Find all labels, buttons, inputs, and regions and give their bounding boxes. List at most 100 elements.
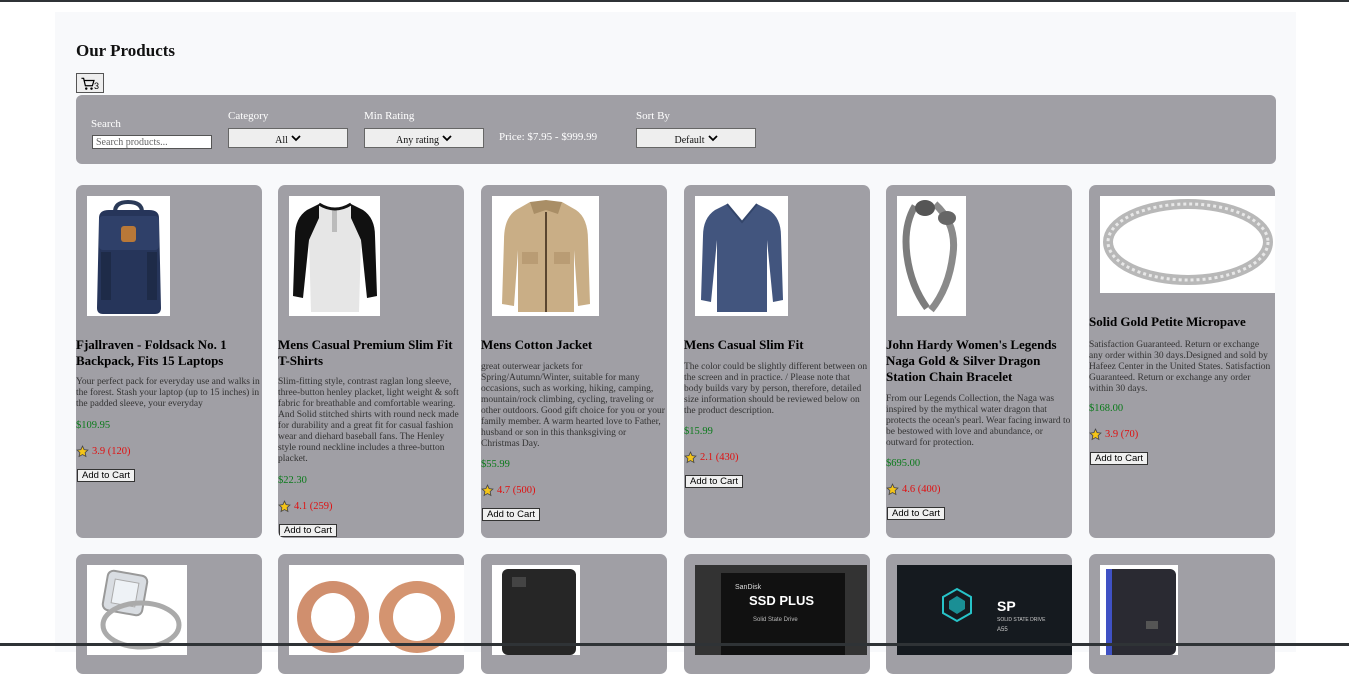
star-icon [684, 451, 697, 464]
product-card [76, 554, 262, 674]
product-description: Slim-fitting style, contrast raglan long… [278, 377, 459, 464]
ssd-icon: SP SOLID STATE DRIVE A55 [897, 565, 1072, 655]
sort-label: Sort By [636, 110, 670, 122]
rating-value: 3.9 (120) [92, 446, 131, 457]
ssd-model-text: A55 [997, 627, 1008, 633]
chevron-down-icon [442, 135, 452, 142]
search-label: Search [91, 118, 121, 130]
product-card: Fjallraven - Foldsack No. 1 Backpack, Fi… [76, 185, 262, 538]
rating-select[interactable]: Any rating [364, 128, 484, 148]
product-card: John Hardy Women's Legends Naga Gold & S… [886, 185, 1072, 538]
product-price: $109.95 [76, 420, 111, 431]
product-name: Solid Gold Petite Micropave [1089, 314, 1246, 329]
star-icon [886, 483, 899, 496]
ssd-model-text: SSD PLUS [749, 593, 814, 608]
ssd-subtext: Solid State Drive [753, 617, 798, 623]
product-description: The color could be slightly different be… [684, 362, 868, 416]
price-range-text: Price: $7.95 - $999.99 [499, 131, 598, 143]
product-name: Mens Cotton Jacket [481, 337, 593, 352]
ssd-icon: SanDisk SSD PLUS Solid State Drive [695, 565, 867, 655]
star-icon [278, 500, 291, 513]
product-card [481, 554, 667, 674]
product-image [87, 196, 170, 316]
star-icon [1089, 428, 1102, 441]
add-to-cart-button[interactable]: Add to Cart [1090, 452, 1149, 465]
star-icon [481, 484, 494, 497]
product-image [87, 565, 187, 655]
product-card [1089, 554, 1275, 674]
product-rating: 2.1 (430) [684, 451, 739, 464]
product-image: SanDisk SSD PLUS Solid State Drive [695, 565, 867, 655]
chevron-down-icon [291, 135, 301, 142]
portable-drive-icon [1100, 565, 1178, 655]
search-input[interactable] [92, 135, 212, 149]
product-image: SP SOLID STATE DRIVE A55 [897, 565, 1072, 655]
category-select[interactable]: All [228, 128, 348, 148]
product-name: Mens Casual Premium Slim Fit T-Shirts [278, 337, 453, 368]
ring-icon [1100, 196, 1275, 293]
cart-count-badge: 3 [93, 81, 99, 91]
rating-select-value: Any rating [395, 135, 440, 146]
add-to-cart-button[interactable]: Add to Cart [279, 524, 338, 537]
product-description: Satisfaction Guaranteed. Return or excha… [1089, 340, 1271, 394]
cart-icon [81, 77, 95, 90]
product-price: $15.99 [684, 426, 713, 437]
product-image [695, 196, 788, 316]
product-description: From our Legends Collection, the Naga wa… [886, 394, 1071, 448]
product-name: John Hardy Women's Legends Naga Gold & S… [886, 337, 1057, 384]
rating-value: 4.7 (500) [497, 485, 536, 496]
product-rating: 4.6 (400) [886, 483, 941, 496]
product-image [1100, 196, 1275, 293]
category-select-value: All [275, 135, 288, 146]
longsleeve-shirt-icon [695, 196, 788, 316]
sort-select[interactable]: Default [636, 128, 756, 148]
product-rating: 3.9 (70) [1089, 428, 1138, 441]
product-image [492, 565, 580, 655]
cart-button[interactable]: 3 [76, 73, 104, 93]
product-image [1100, 565, 1178, 655]
jacket-icon [492, 196, 599, 316]
product-image [897, 196, 966, 316]
ssd-brand-logo-text: SP [997, 598, 1016, 614]
page-title: Our Products [76, 41, 176, 60]
add-to-cart-button[interactable]: Add to Cart [482, 508, 541, 521]
product-rating: 4.1 (259) [278, 500, 333, 513]
product-image [289, 565, 464, 655]
product-price: $55.99 [481, 459, 510, 470]
product-name: Mens Casual Slim Fit [684, 337, 804, 352]
bracelet-icon [897, 196, 966, 316]
backpack-icon [87, 196, 170, 316]
product-image [492, 196, 599, 316]
product-description: Your perfect pack for everyday use and w… [76, 377, 260, 409]
product-card: SP SOLID STATE DRIVE A55 [886, 554, 1072, 674]
tshirt-icon [289, 196, 380, 316]
add-to-cart-button[interactable]: Add to Cart [77, 469, 136, 482]
hard-drive-icon [492, 565, 580, 655]
product-card: Mens Casual Slim Fit The color could be … [684, 185, 870, 538]
ssd-brand-text: SanDisk [735, 584, 762, 591]
product-rating: 4.7 (500) [481, 484, 536, 497]
product-image [289, 196, 380, 316]
star-icon [76, 445, 89, 458]
diamond-ring-icon [87, 565, 187, 655]
add-to-cart-button[interactable]: Add to Cart [887, 507, 946, 520]
rating-value: 4.6 (400) [902, 484, 941, 495]
product-description: great outerwear jackets for Spring/Autum… [481, 362, 665, 449]
product-card: Mens Cotton Jacket great outerwear jacke… [481, 185, 667, 538]
rating-value: 3.9 (70) [1105, 429, 1139, 440]
rating-value: 2.1 (430) [700, 452, 739, 463]
rating-label: Min Rating [364, 110, 415, 122]
chevron-down-icon [707, 135, 718, 142]
product-price: $22.30 [278, 475, 307, 486]
rose-gold-plugs-icon [289, 565, 464, 655]
ssd-subtext: SOLID STATE DRIVE [997, 617, 1046, 623]
product-rating: 3.9 (120) [76, 445, 131, 458]
top-border [0, 0, 1349, 2]
add-to-cart-button[interactable]: Add to Cart [685, 475, 744, 488]
product-price: $168.00 [1089, 403, 1124, 414]
product-card: Solid Gold Petite Micropave Satisfaction… [1089, 185, 1275, 538]
product-card [278, 554, 464, 674]
product-price: $695.00 [886, 458, 921, 469]
sort-select-value: Default [674, 135, 705, 146]
product-card: Mens Casual Premium Slim Fit T-Shirts Sl… [278, 185, 464, 538]
